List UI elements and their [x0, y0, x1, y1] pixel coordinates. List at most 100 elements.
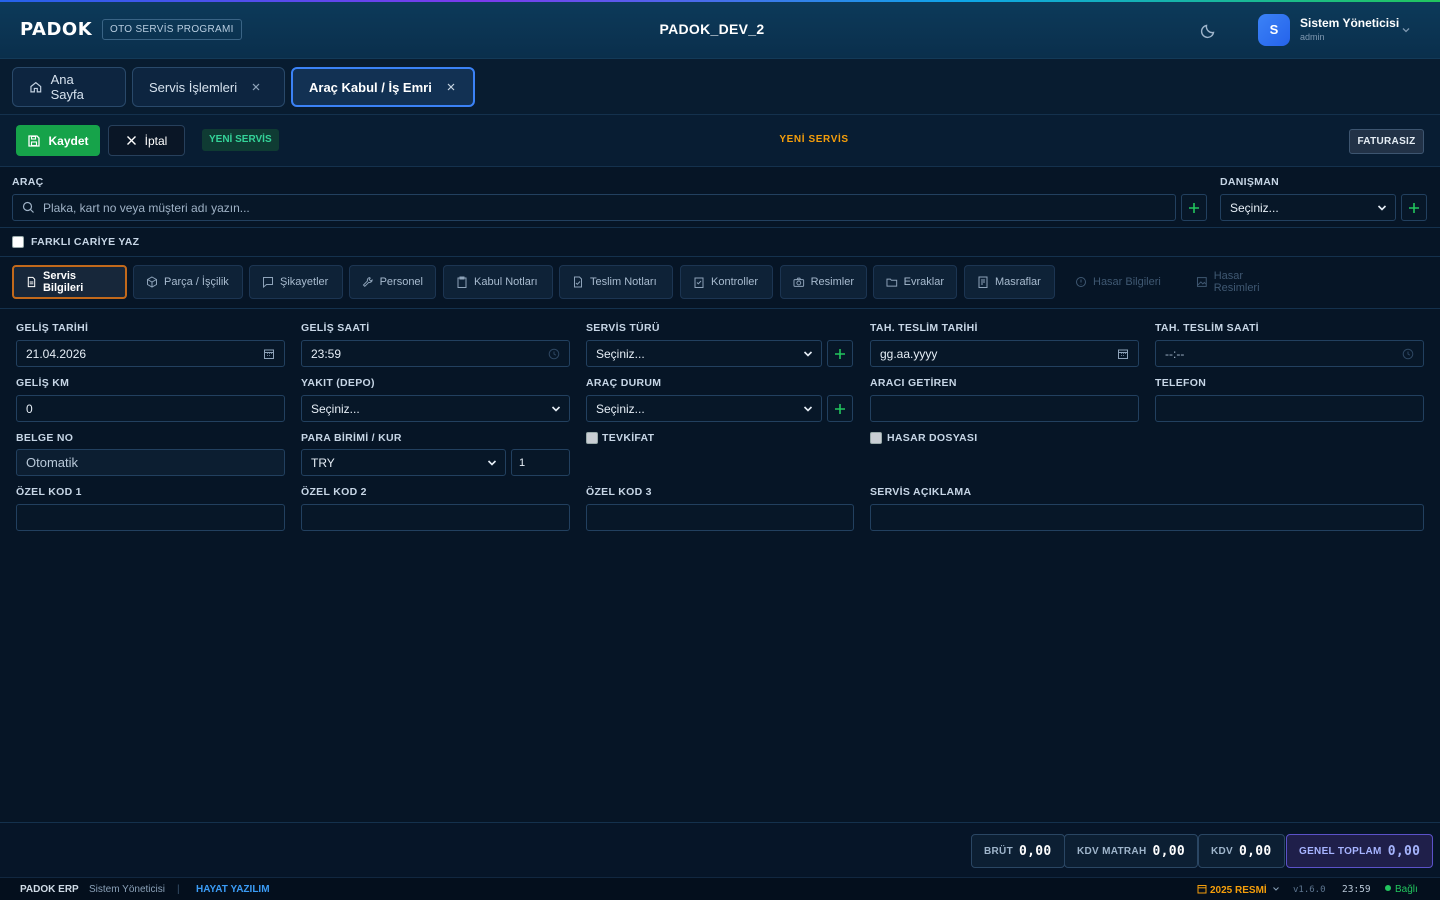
arrival-date-label: GELİŞ TARİHİ — [16, 322, 89, 334]
subtab-damage-info: Hasar Bilgileri — [1062, 265, 1176, 299]
subtab-parts-labor[interactable]: Parça / İşçilik — [133, 265, 243, 299]
calendar-icon[interactable] — [263, 348, 275, 360]
vat-base-value: 0,00 — [1152, 843, 1185, 859]
tab-vehicle-intake[interactable]: Araç Kabul / İş Emri — [291, 67, 475, 107]
chevron-down-icon — [1377, 205, 1387, 211]
fuel-value: Seçiniz... — [311, 401, 360, 416]
arrival-time-input[interactable]: 23:59 — [301, 340, 570, 367]
exchange-rate-input[interactable]: 1 — [511, 449, 570, 476]
clock-icon[interactable] — [1402, 348, 1414, 360]
folder-icon — [886, 278, 898, 287]
plus-icon — [835, 348, 845, 359]
vehicle-label: ARAÇ — [12, 176, 44, 188]
subtab-service-info[interactable]: Servis Bilgileri — [12, 265, 127, 299]
add-service-type-button[interactable] — [827, 340, 853, 367]
vehicle-status-select[interactable]: Seçiniz... — [586, 395, 822, 422]
phone-label: TELEFON — [1155, 377, 1207, 389]
user-avatar[interactable]: S — [1258, 14, 1290, 46]
image-icon — [1196, 277, 1207, 287]
accent-stripe — [0, 0, 1440, 2]
divider — [0, 227, 1440, 228]
code1-input[interactable] — [16, 504, 285, 531]
advisor-label: DANIŞMAN — [1220, 176, 1279, 188]
invoice-status-button[interactable]: FATURASIZ — [1349, 129, 1424, 154]
wrench-icon — [362, 277, 373, 288]
arrival-time-value: 23:59 — [311, 346, 342, 361]
user-name[interactable]: Sistem Yöneticisi — [1300, 16, 1399, 30]
currency-label: PARA BİRİMİ / KUR — [301, 432, 402, 444]
code3-input[interactable] — [586, 504, 854, 531]
cancel-button[interactable]: İptal — [108, 125, 185, 156]
subtab-personnel[interactable]: Personel — [349, 265, 436, 299]
fuel-select[interactable]: Seçiniz... — [301, 395, 570, 422]
subtab-documents[interactable]: Evraklar — [873, 265, 957, 299]
vat-total: KDV 0,00 — [1198, 834, 1285, 868]
arrival-km-input[interactable]: 0 — [16, 395, 285, 422]
subtab-intake-notes[interactable]: Kabul Notları — [443, 265, 553, 299]
receipt-icon — [978, 276, 988, 288]
phone-input[interactable] — [1155, 395, 1424, 422]
brought-by-input[interactable] — [870, 395, 1139, 422]
arrival-km-label: GELİŞ KM — [16, 377, 70, 389]
code1-label: ÖZEL KOD 1 — [16, 486, 82, 498]
status-bar: PADOK ERP Sistem Yöneticisi | HAYAT YAZI… — [0, 877, 1440, 900]
save-icon — [28, 134, 41, 147]
message-icon — [263, 277, 273, 288]
grand-total-label: GENEL TOPLAM — [1299, 845, 1382, 857]
add-advisor-button[interactable] — [1401, 194, 1427, 221]
status-user: Sistem Yöneticisi — [89, 884, 165, 895]
code2-input[interactable] — [301, 504, 570, 531]
chevron-down-icon — [551, 406, 561, 412]
vat-base-total: KDV MATRAH 0,00 — [1064, 834, 1198, 868]
subtab-complaints[interactable]: Şikayetler — [249, 265, 343, 299]
withholding-label: TEVKİFAT — [602, 432, 655, 444]
currency-select[interactable]: TRY — [301, 449, 506, 476]
different-account-checkbox[interactable] — [12, 236, 24, 248]
chevron-down-icon[interactable] — [1400, 24, 1412, 36]
withholding-checkbox[interactable] — [586, 432, 598, 444]
company-link[interactable]: HAYAT YAZILIM — [196, 884, 270, 895]
arrival-time-label: GELİŞ SAATİ — [301, 322, 370, 334]
app-version: v1.6.0 — [1293, 885, 1326, 895]
top-bar: PADOK OTO SERVİS PROGRAMI PADOK_DEV_2 S … — [0, 0, 1440, 59]
record-status: YENİ SERVİS — [779, 134, 849, 145]
chevron-down-icon — [487, 460, 497, 466]
fiscal-year-selector[interactable]: 2025 RESMİ — [1197, 884, 1280, 896]
tab-home[interactable]: Ana Sayfa — [12, 67, 126, 107]
vat-value: 0,00 — [1239, 843, 1272, 859]
tab-service-operations[interactable]: Servis İşlemleri — [132, 67, 285, 107]
document-icon — [27, 276, 36, 288]
close-icon[interactable] — [446, 82, 456, 92]
advisor-value: Seçiniz... — [1230, 200, 1279, 215]
service-note-input[interactable] — [870, 504, 1424, 531]
subtab-label: Resimler — [810, 276, 854, 288]
theme-toggle-moon-icon[interactable] — [1199, 20, 1219, 40]
fuel-label: YAKIT (DEPO) — [301, 377, 375, 389]
subtab-delivery-notes[interactable]: Teslim Notları — [559, 265, 673, 299]
service-type-select[interactable]: Seçiniz... — [586, 340, 822, 367]
add-vehicle-button[interactable] — [1181, 194, 1207, 221]
subtab-label: Servis Bilgileri — [42, 270, 84, 294]
clock: 23:59 — [1342, 884, 1371, 895]
advisor-select[interactable]: Seçiniz... — [1220, 194, 1396, 221]
arrival-date-input[interactable]: 21.04.2026 — [16, 340, 285, 367]
damage-file-checkbox[interactable] — [870, 432, 882, 444]
clock-icon[interactable] — [548, 348, 560, 360]
gross-total-label: BRÜT — [984, 845, 1013, 857]
service-type-label: SERVİS TÜRÜ — [586, 322, 660, 334]
subtab-photos[interactable]: Resimler — [780, 265, 867, 299]
est-delivery-time-input[interactable]: --:-- — [1155, 340, 1424, 367]
save-button[interactable]: Kaydet — [16, 125, 100, 156]
subtab-expenses[interactable]: Masraflar — [964, 265, 1055, 299]
close-icon[interactable] — [251, 82, 261, 92]
app-logo[interactable]: PADOK — [20, 19, 92, 40]
add-vehicle-status-button[interactable] — [827, 395, 853, 422]
est-delivery-date-input[interactable]: gg.aa.yyyy — [870, 340, 1139, 367]
vehicle-status-value: Seçiniz... — [596, 401, 645, 416]
detail-tab-bar: Servis Bilgileri Parça / İşçilik Şikayet… — [0, 257, 1440, 309]
vehicle-search-input[interactable]: Plaka, kart no veya müşteri adı yazın... — [12, 194, 1176, 221]
subtab-checks[interactable]: Kontroller — [680, 265, 773, 299]
code2-label: ÖZEL KOD 2 — [301, 486, 367, 498]
calendar-icon[interactable] — [1117, 348, 1129, 360]
save-label: Kaydet — [48, 133, 89, 148]
